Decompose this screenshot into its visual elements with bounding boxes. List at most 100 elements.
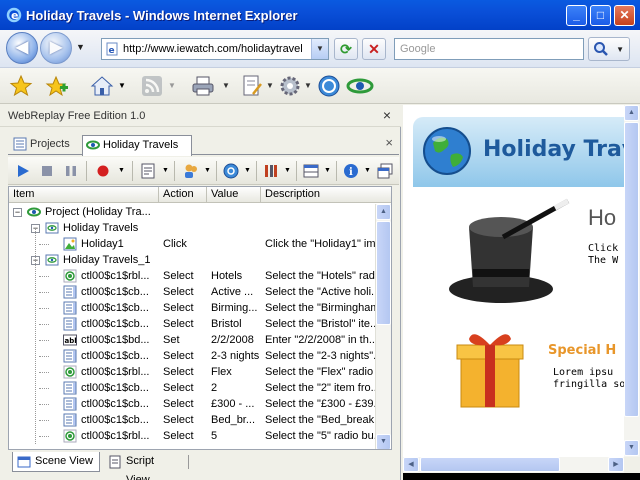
page-scroll-down-icon[interactable]: ▼ [624, 440, 639, 456]
home-dropdown-icon[interactable]: ▼ [118, 81, 126, 90]
history-dropdown-icon[interactable]: ▼ [76, 42, 85, 52]
scene-view-icon [17, 456, 31, 468]
close-button[interactable]: ✕ [614, 5, 635, 26]
cell-item: ctl00$c1$cb... [81, 382, 149, 394]
cell-value: Active ... [211, 286, 254, 298]
table-row[interactable]: ctl00$c1$cb... Select 2 Select the "2" item… [9, 380, 377, 396]
webreplay-close-button[interactable]: × [383, 107, 391, 123]
research-icon[interactable] [316, 74, 342, 98]
cell-item: ctl00$c1$cb... [81, 302, 149, 314]
table-row[interactable]: ctl00$c1$cb... Select Bristol Select the "B… [9, 316, 377, 332]
script-dropdown-icon[interactable]: ▼ [162, 167, 169, 174]
cell-value: 2/2/2008 [211, 334, 254, 346]
address-url[interactable]: http://www.iewatch.com/holidaytravel [123, 43, 309, 55]
table-row[interactable]: ctl00$c1$cb... Select Active ... Select the… [9, 284, 377, 300]
page-scroll-up-icon[interactable]: ▲ [624, 105, 639, 121]
play-icon[interactable] [14, 162, 32, 180]
page-scroll-thumb[interactable] [624, 122, 639, 417]
table-row[interactable]: − Project (Holiday Tra... [9, 204, 377, 220]
page-hscroll-thumb[interactable] [420, 457, 560, 472]
column-header-action[interactable]: Action [159, 187, 207, 203]
page-dropdown-icon[interactable]: ▼ [266, 81, 274, 90]
address-bar[interactable]: e http://www.iewatch.com/holidaytravel ▼ [101, 38, 329, 60]
tab-scene-view[interactable]: Scene View [12, 452, 100, 472]
tab-projects[interactable]: Projects [10, 135, 80, 155]
tools-dropdown-icon[interactable]: ▼ [304, 81, 312, 90]
table-row[interactable]: ctl00$c1$rbl... Select Flex Select the "Fle… [9, 364, 377, 380]
record-icon[interactable] [94, 162, 112, 180]
maximize-button[interactable]: □ [590, 5, 611, 26]
feeds-icon[interactable] [140, 74, 164, 98]
pause-icon[interactable] [62, 162, 80, 180]
cell-description: Select the "5" radio bu... [265, 430, 377, 442]
scroll-thumb[interactable] [376, 221, 391, 325]
table-row[interactable]: Holiday1 Click Click the "Holiday1" im... [9, 236, 377, 252]
table-row[interactable]: ctl00$c1$cb... Select 2-3 nights Select the… [9, 348, 377, 364]
table-row[interactable]: − Holiday Travels [9, 220, 377, 236]
users-icon[interactable] [182, 162, 200, 180]
page-scroll-right-icon[interactable]: ▶ [608, 457, 624, 472]
search-icon [594, 42, 608, 56]
page-menu-icon[interactable] [240, 74, 264, 98]
table-row[interactable]: ctl00$c1$cb... Select £300 - ... Select the… [9, 396, 377, 412]
search-dropdown-icon[interactable]: ▼ [616, 45, 624, 54]
tree-connector [39, 324, 49, 325]
tab-script-view-label: Script View [126, 455, 155, 480]
settings-tools-icon[interactable] [262, 162, 280, 180]
webreplay-icon[interactable] [346, 74, 374, 98]
add-favorites-icon[interactable] [44, 74, 70, 98]
scroll-up-icon[interactable]: ▲ [376, 204, 391, 220]
home-icon[interactable] [90, 74, 114, 98]
refresh-button[interactable]: ⟳ [334, 38, 358, 60]
tree-guide [35, 228, 36, 444]
layout-icon[interactable] [302, 162, 320, 180]
script-icon[interactable] [140, 162, 158, 180]
table-row[interactable]: ctl00$c1$cb... Select Birming... Select the… [9, 300, 377, 316]
table-row[interactable]: ctl00$c1$rbl... Select Hotels Select the "H… [9, 268, 377, 284]
search-input[interactable]: Google [394, 38, 584, 60]
info-dropdown-icon[interactable]: ▼ [364, 167, 371, 174]
browser-dropdown-icon[interactable]: ▼ [244, 167, 251, 174]
print-dropdown-icon[interactable]: ▼ [222, 81, 230, 90]
users-dropdown-icon[interactable]: ▼ [204, 167, 211, 174]
column-header-item[interactable]: Item [9, 187, 159, 203]
column-header-value[interactable]: Value [207, 187, 261, 203]
table-row[interactable]: ctl00$c1$cb... Select Bed_br... Select the … [9, 412, 377, 428]
back-button[interactable]: ◀ [6, 32, 38, 64]
minimize-button[interactable]: _ [566, 5, 587, 26]
window-icon[interactable] [376, 162, 394, 180]
search-button[interactable]: ▼ [588, 37, 630, 61]
stop-icon[interactable] [38, 162, 56, 180]
table-row[interactable]: ctl00$c1$rbl... Select 5 Select the "5" rad… [9, 428, 377, 444]
svg-text:abl: abl [65, 337, 77, 345]
top-hat-image[interactable] [443, 197, 573, 307]
table-row[interactable]: abl ctl00$c1$bd... Set 2/2/2008 Enter "2/2/2… [9, 332, 377, 348]
page-horizontal-scrollbar[interactable]: ◀ ▶ [403, 457, 624, 473]
table-row[interactable]: − Holiday Travels_1 [9, 252, 377, 268]
feeds-dropdown-icon[interactable]: ▼ [168, 81, 176, 90]
browser-icon[interactable] [222, 162, 240, 180]
tab-holiday-travels[interactable]: Holiday Travels [82, 135, 192, 156]
page-vertical-scrollbar[interactable]: ▲ ▼ [624, 105, 640, 457]
favorites-star-icon[interactable] [8, 74, 34, 98]
tools-gear-icon[interactable] [278, 74, 302, 98]
record-dropdown-icon[interactable]: ▼ [118, 167, 125, 174]
settings-dropdown-icon[interactable]: ▼ [284, 167, 291, 174]
layout-dropdown-icon[interactable]: ▼ [324, 167, 331, 174]
page-scroll-left-icon[interactable]: ◀ [403, 457, 419, 472]
gift-box-image[interactable] [455, 327, 525, 411]
tree-connector [39, 388, 49, 389]
grid-vertical-scrollbar[interactable]: ▲ ▼ [375, 204, 391, 449]
tab-script-view[interactable]: Script View [104, 452, 184, 480]
forward-button[interactable]: ▶ [40, 32, 72, 64]
view-tabs: Scene View Script View [8, 451, 399, 480]
tab-close-button[interactable]: × [385, 135, 393, 150]
info-icon[interactable]: i [342, 162, 360, 180]
stop-button[interactable]: ✕ [362, 38, 386, 60]
scroll-down-icon[interactable]: ▼ [376, 434, 391, 449]
address-dropdown-icon[interactable]: ▼ [311, 39, 328, 59]
column-header-description[interactable]: Description [261, 187, 391, 203]
print-icon[interactable] [190, 74, 216, 98]
project-tabs: Projects Holiday Travels × [8, 133, 399, 156]
collapse-toggle-icon[interactable]: − [13, 208, 22, 217]
